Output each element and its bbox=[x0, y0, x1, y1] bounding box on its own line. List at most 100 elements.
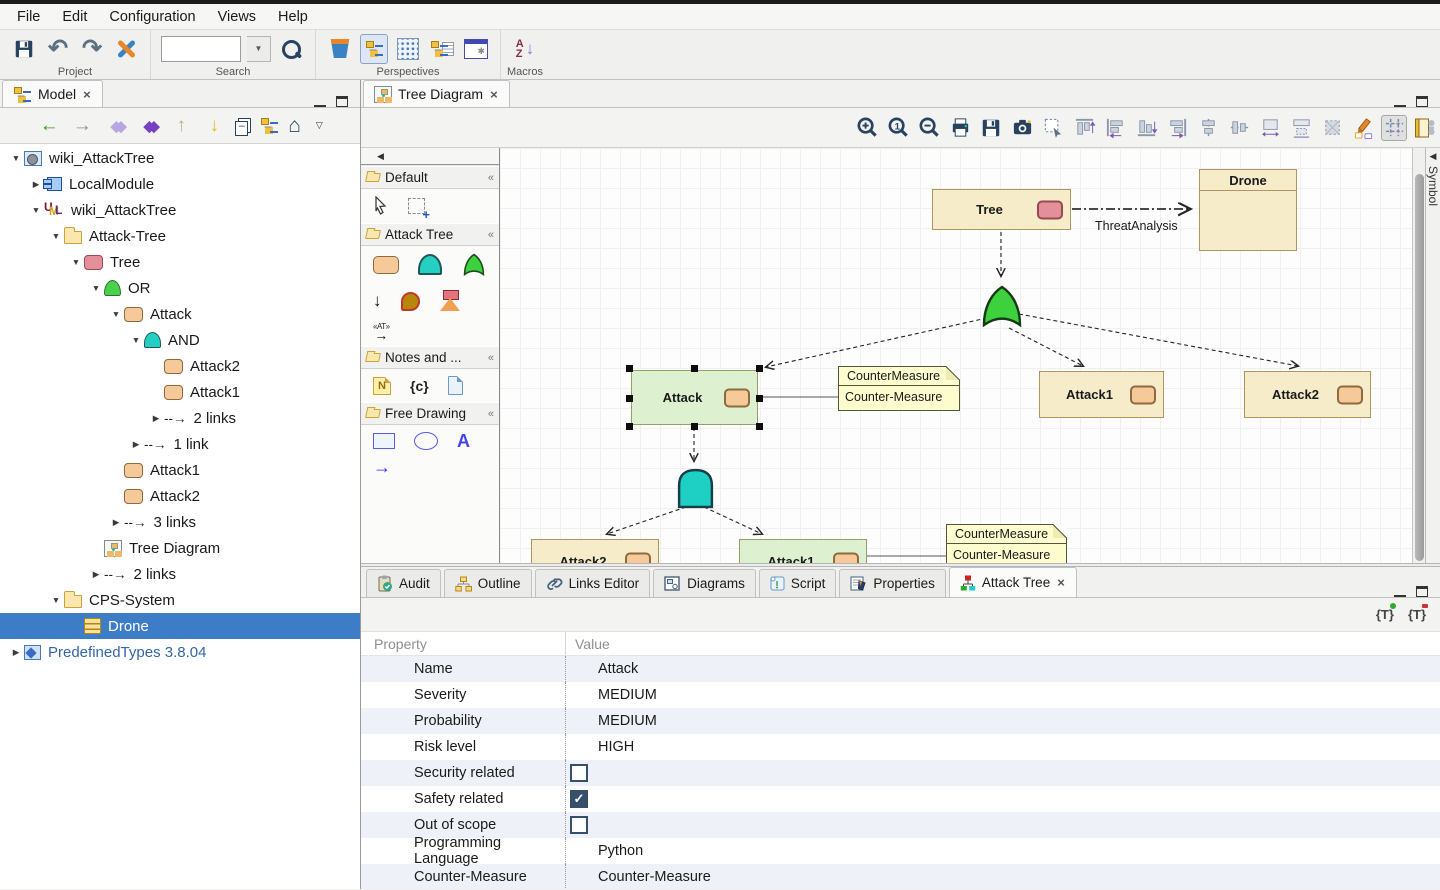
collapse-section-icon[interactable]: « bbox=[488, 352, 494, 364]
palette-and-gate-tool[interactable] bbox=[418, 254, 442, 275]
checkbox-checked[interactable] bbox=[570, 790, 588, 808]
selection-handle[interactable] bbox=[626, 423, 633, 430]
distribute-icon[interactable] bbox=[1288, 115, 1314, 141]
palette-section-default[interactable]: Default « bbox=[361, 166, 499, 189]
expanded-arrow-icon[interactable]: ▼ bbox=[68, 257, 84, 267]
expanded-arrow-icon[interactable]: ▼ bbox=[108, 309, 124, 319]
property-row-programming-language[interactable]: Programming LanguagePython bbox=[361, 838, 1440, 864]
collapse-section-icon[interactable]: « bbox=[488, 408, 494, 420]
palette-rectangle-tool[interactable] bbox=[373, 433, 395, 449]
property-value[interactable]: MEDIUM bbox=[598, 687, 657, 703]
selection-handle[interactable] bbox=[756, 423, 763, 430]
align-top-icon[interactable] bbox=[1071, 115, 1097, 141]
node-attack1-bottom[interactable]: Attack1 bbox=[739, 539, 867, 563]
same-size-icon[interactable] bbox=[1257, 115, 1283, 141]
scrollbar-thumb[interactable] bbox=[1415, 174, 1424, 561]
palette-bubble-node-tool[interactable] bbox=[401, 292, 420, 311]
palette-at-connector-tool[interactable] bbox=[373, 323, 390, 339]
and-gate[interactable] bbox=[677, 468, 714, 509]
minimize-icon[interactable] bbox=[1394, 587, 1406, 597]
palette-section-attack-tree[interactable]: Attack Tree « bbox=[361, 223, 499, 246]
add-attribute-icon[interactable]: {T} bbox=[1376, 607, 1394, 622]
selection-handle[interactable] bbox=[756, 395, 763, 402]
align-left-icon[interactable] bbox=[1102, 115, 1128, 141]
node-attack1-top[interactable]: Attack1 bbox=[1039, 371, 1164, 418]
prev-diamond-icon[interactable]: ◆◆ bbox=[103, 117, 127, 135]
countermeasure-note-2[interactable]: CounterMeasure Counter-Measure bbox=[946, 524, 1067, 563]
grid-perspective-icon[interactable] bbox=[394, 34, 422, 64]
view-menu-dropdown-icon[interactable]: ▽ bbox=[316, 120, 323, 131]
property-value[interactable]: Attack bbox=[598, 661, 638, 677]
tree-item-tree-diagram[interactable]: Tree Diagram bbox=[0, 535, 360, 561]
property-value[interactable]: Python bbox=[598, 843, 643, 859]
checkbox-unchecked[interactable] bbox=[570, 816, 588, 834]
property-row-safety-related[interactable]: Safety related bbox=[361, 786, 1440, 812]
maximize-icon[interactable] bbox=[1416, 96, 1428, 107]
screenshot-camera-icon[interactable] bbox=[1009, 115, 1035, 141]
node-tree[interactable]: Tree bbox=[932, 189, 1071, 230]
symbol-side-panel[interactable]: ◀ Symbol bbox=[1425, 148, 1440, 563]
canvas-vertical-scrollbar[interactable] bbox=[1412, 148, 1425, 563]
tree-item-drone[interactable]: Drone bbox=[0, 613, 360, 639]
property-row-risk-level[interactable]: Risk levelHIGH bbox=[361, 734, 1440, 760]
tab-script[interactable]: Script bbox=[759, 569, 837, 597]
palette-attack-node-tool[interactable] bbox=[373, 256, 399, 274]
palette-cursor-tool[interactable] bbox=[373, 196, 389, 216]
search-icon[interactable] bbox=[277, 34, 305, 64]
collapsed-arrow-icon[interactable]: ▶ bbox=[108, 517, 124, 528]
expanded-arrow-icon[interactable]: ▼ bbox=[48, 231, 64, 241]
align-right-icon[interactable] bbox=[1164, 115, 1190, 141]
selection-handle[interactable] bbox=[626, 365, 633, 372]
close-icon[interactable]: × bbox=[82, 87, 92, 102]
tab-attack-tree[interactable]: Attack Tree × bbox=[949, 567, 1077, 597]
print-icon[interactable] bbox=[947, 115, 973, 141]
tree-item-attack1[interactable]: Attack1 bbox=[0, 379, 360, 405]
tab-model[interactable]: Model × bbox=[2, 80, 103, 107]
search-dropdown-button[interactable]: ▼ bbox=[247, 36, 271, 62]
close-icon[interactable]: × bbox=[489, 87, 499, 102]
attack2-tag-icon[interactable] bbox=[625, 552, 651, 563]
close-icon[interactable]: × bbox=[1056, 575, 1066, 590]
collapsed-arrow-icon[interactable]: ▶ bbox=[88, 569, 104, 580]
attack2-tag-icon[interactable] bbox=[1337, 385, 1363, 404]
or-gate[interactable] bbox=[981, 284, 1023, 328]
attack1-tag-icon[interactable] bbox=[833, 552, 859, 563]
tree-item-2-links[interactable]: ▶--→2 links bbox=[0, 405, 360, 431]
collapsed-arrow-icon[interactable]: ▶ bbox=[148, 413, 164, 424]
save-diagram-icon[interactable] bbox=[978, 115, 1004, 141]
align-bottom-icon[interactable] bbox=[1133, 115, 1159, 141]
center-vertical-icon[interactable] bbox=[1226, 115, 1252, 141]
undo-icon[interactable]: ↶ bbox=[44, 34, 72, 64]
collapse-copy-icon[interactable] bbox=[235, 118, 251, 134]
sort-az-macros-icon[interactable]: AZ↓ bbox=[511, 34, 539, 64]
bucket-icon[interactable] bbox=[326, 34, 354, 64]
save-icon[interactable] bbox=[10, 34, 38, 64]
palette-free-arrow-tool[interactable]: → bbox=[373, 459, 391, 475]
collapse-section-icon[interactable]: « bbox=[488, 229, 494, 241]
checkbox-unchecked[interactable] bbox=[570, 764, 588, 782]
diagram-canvas[interactable]: Tree Drone ThreatAnalysis Attack bbox=[500, 148, 1412, 563]
tree-item-attack[interactable]: ▼Attack bbox=[0, 301, 360, 327]
palette-text-tool[interactable]: A bbox=[457, 432, 470, 450]
tree-item-wiki-attacktree[interactable]: ▼UMLwiki_AttackTree bbox=[0, 197, 360, 223]
tab-outline[interactable]: Outline bbox=[444, 569, 532, 597]
center-horizontal-icon[interactable] bbox=[1195, 115, 1221, 141]
palette-marquee-select-tool[interactable] bbox=[408, 198, 425, 214]
property-value[interactable]: Counter-Measure bbox=[598, 869, 711, 885]
collapsed-arrow-icon[interactable]: ▶ bbox=[8, 647, 24, 658]
palette-countermeasure-tool[interactable] bbox=[439, 290, 461, 312]
model-perspective-icon[interactable] bbox=[360, 34, 388, 64]
property-value[interactable]: MEDIUM bbox=[598, 713, 657, 729]
palette-constraint-tool[interactable] bbox=[410, 378, 429, 394]
property-row-severity[interactable]: SeverityMEDIUM bbox=[361, 682, 1440, 708]
search-input[interactable] bbox=[161, 36, 241, 62]
palette-note-tool[interactable] bbox=[373, 377, 391, 395]
tab-properties[interactable]: Properties bbox=[839, 569, 946, 597]
tree-item-localmodule[interactable]: ▶LocalModule bbox=[0, 171, 360, 197]
attack1-tag-icon[interactable] bbox=[1130, 385, 1156, 404]
toggle-grid-icon[interactable] bbox=[1381, 115, 1407, 141]
tree-item-attack1[interactable]: Attack1 bbox=[0, 457, 360, 483]
menu-file[interactable]: File bbox=[6, 7, 51, 27]
palette-or-gate-tool[interactable] bbox=[461, 253, 487, 276]
selection-handle[interactable] bbox=[691, 423, 698, 430]
